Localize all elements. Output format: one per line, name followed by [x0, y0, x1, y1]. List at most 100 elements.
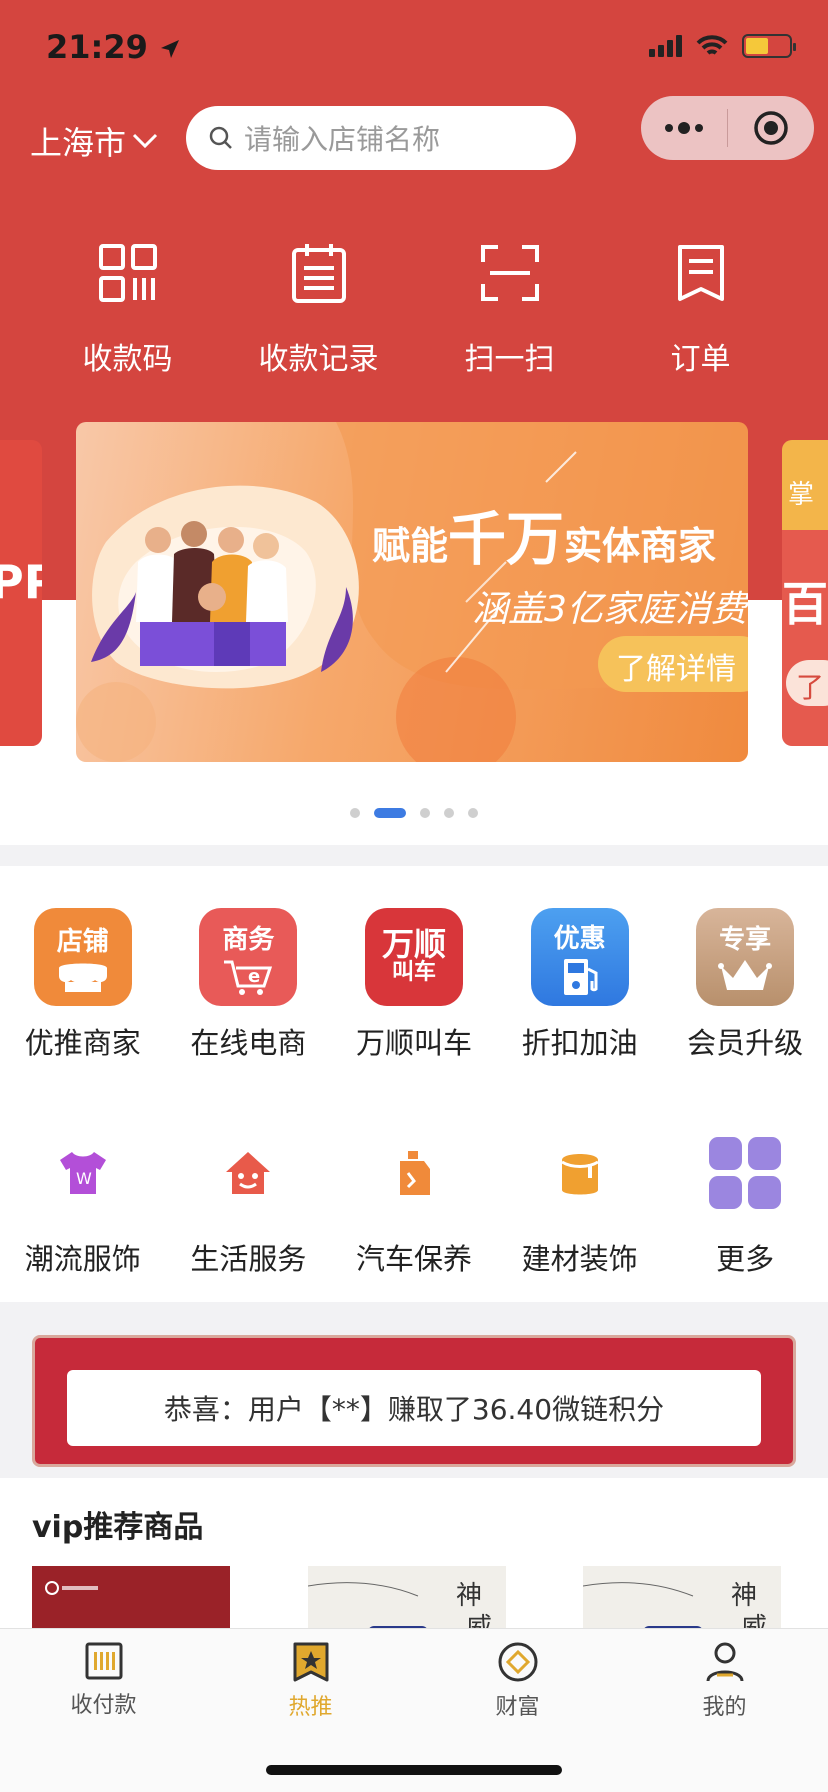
promo-banner[interactable]: 赋能千万实体商家 涵盖3亿家庭消费 了解详情 [76, 422, 748, 762]
tab-label: 财富 [495, 1695, 540, 1720]
chevron-down-icon [132, 133, 158, 149]
carousel-dot[interactable] [374, 808, 406, 818]
carousel-dot[interactable] [350, 808, 360, 818]
category-section: 店铺 优推商家 商务 e 在线电商 万顺 叫车 万顺叫车 优惠 折扣加油 专享 … [0, 866, 828, 1302]
business-cart-icon: 商务 e [199, 908, 298, 1006]
category-building-decor[interactable]: 建材装饰 [497, 1124, 663, 1278]
category-label: 万顺叫车 [355, 1026, 472, 1060]
carousel-dot[interactable] [468, 808, 478, 818]
quick-action-orders[interactable]: 订单 [605, 240, 796, 378]
quick-actions: 收款码 收款记录 扫一扫 订单 [0, 240, 828, 378]
battery-icon [742, 34, 796, 58]
tab-payments[interactable]: 收付款 [0, 1629, 207, 1719]
carousel-dot[interactable] [444, 808, 454, 818]
search-input[interactable]: 请输入店铺名称 [186, 106, 576, 170]
tab-label: 热推 [288, 1695, 333, 1720]
banner-peek-left[interactable]: PP [0, 440, 42, 746]
category-more[interactable]: 更多 [662, 1124, 828, 1278]
grid-icon [709, 1137, 782, 1209]
quick-action-scan[interactable]: 扫一扫 [414, 240, 605, 378]
more-button[interactable] [641, 96, 727, 160]
carousel-dot[interactable] [420, 808, 430, 818]
notice-text: 恭喜：用户【**】赚取了36.40微链积分 [67, 1370, 761, 1446]
wifi-icon [696, 35, 728, 55]
category-label: 生活服务 [190, 1242, 307, 1276]
shop-badge-icon: 店铺 [33, 908, 132, 1006]
location-arrow-icon [161, 40, 179, 58]
star-bookmark-icon [293, 1642, 328, 1682]
scan-icon [480, 245, 539, 301]
calendar-icon [291, 244, 346, 303]
search-icon [209, 126, 232, 149]
search-placeholder: 请输入店铺名称 [244, 123, 441, 156]
app-screen: 21:29 上海市 请输入店铺名称 收款码 收款记录 扫一扫 订单 PP 掌 百… [0, 0, 828, 1792]
category-label: 在线电商 [190, 1026, 307, 1060]
svg-text:神: 神 [731, 1581, 757, 1611]
banner-details-button[interactable]: 了解详情 [598, 636, 748, 692]
category-member-upgrade[interactable]: 专享 会员升级 [662, 908, 828, 1062]
house-icon [226, 1152, 271, 1194]
category-life-services[interactable]: 生活服务 [166, 1124, 332, 1278]
category-featured-merchants[interactable]: 店铺 优推商家 [0, 908, 166, 1062]
category-label: 汽车保养 [355, 1242, 472, 1276]
points-notice-banner: 恭喜：用户【**】赚取了36.40微链积分 [32, 1335, 796, 1467]
oil-can-icon [399, 1151, 430, 1195]
brand-logo-icon [45, 1581, 98, 1595]
wanshun-logo-icon: 万顺 叫车 [364, 908, 463, 1006]
order-icon [677, 245, 724, 301]
tshirt-icon: W [59, 1152, 106, 1194]
banner-peek-button: 了 [786, 660, 828, 706]
category-discount-fuel[interactable]: 优惠 折扣加油 [497, 908, 663, 1062]
category-fashion[interactable]: W 潮流服饰 [0, 1124, 166, 1278]
coin-icon [498, 1642, 537, 1682]
category-wanshun-taxi[interactable]: 万顺 叫车 万顺叫车 [331, 908, 497, 1062]
tab-hot-picks[interactable]: 热推 [207, 1629, 414, 1721]
banner-peek-right[interactable]: 掌 百 了 [782, 440, 828, 746]
tab-label: 我的 [702, 1695, 747, 1720]
quick-action-qr-code[interactable]: 收款码 [32, 240, 223, 378]
more-dots-icon [665, 122, 703, 134]
tab-profile[interactable]: 我的 [621, 1629, 828, 1721]
status-indicators [649, 34, 796, 58]
category-label: 优推商家 [24, 1026, 141, 1060]
quick-action-label: 扫一扫 [464, 342, 555, 377]
quick-action-label: 收款码 [82, 342, 173, 377]
category-label: 潮流服饰 [24, 1242, 141, 1276]
svg-text:e: e [248, 966, 260, 987]
city-label: 上海市 [30, 124, 127, 162]
banner-peek-tag: 掌 [782, 440, 828, 530]
mini-program-capsule [641, 96, 814, 160]
category-online-ecommerce[interactable]: 商务 e 在线电商 [166, 908, 332, 1062]
category-label: 更多 [716, 1242, 775, 1276]
city-selector[interactable]: 上海市 [30, 118, 158, 164]
svg-text:神: 神 [456, 1581, 482, 1611]
close-mini-program-button[interactable] [728, 96, 814, 160]
category-row-2: W 潮流服饰 生活服务 汽车保养 建材装饰 更多 [0, 1124, 828, 1278]
carousel-indicator [0, 808, 828, 818]
status-time: 21:29 [46, 28, 181, 66]
tab-wealth[interactable]: 财富 [414, 1629, 621, 1721]
category-label: 建材装饰 [521, 1242, 638, 1276]
category-car-maintenance[interactable]: 汽车保养 [331, 1124, 497, 1278]
banner-peek-text: PP [0, 555, 42, 609]
category-row-1: 店铺 优推商家 商务 e 在线电商 万顺 叫车 万顺叫车 优惠 折扣加油 专享 … [0, 908, 828, 1062]
home-indicator [266, 1765, 562, 1775]
category-label: 会员升级 [687, 1026, 804, 1060]
fuel-pump-icon: 优惠 [530, 908, 629, 1006]
quick-action-label: 收款记录 [258, 342, 379, 377]
crown-icon: 专享 [696, 908, 795, 1006]
qr-code-icon [98, 244, 157, 302]
person-icon [706, 1642, 743, 1682]
category-label: 折扣加油 [521, 1026, 638, 1060]
target-icon [754, 111, 788, 145]
signal-icon [649, 35, 682, 57]
tab-label: 收付款 [70, 1693, 137, 1718]
svg-text:W: W [76, 1169, 92, 1188]
paint-bucket-icon [560, 1154, 599, 1195]
banner-peek-text: 百 [782, 577, 828, 631]
quick-action-records[interactable]: 收款记录 [223, 240, 414, 378]
banner-subtitle: 涵盖3亿家庭消费 [472, 589, 747, 630]
banner-title: 赋能千万实体商家 [372, 505, 717, 573]
barcode-icon [85, 1642, 122, 1680]
quick-action-label: 订单 [670, 342, 731, 377]
